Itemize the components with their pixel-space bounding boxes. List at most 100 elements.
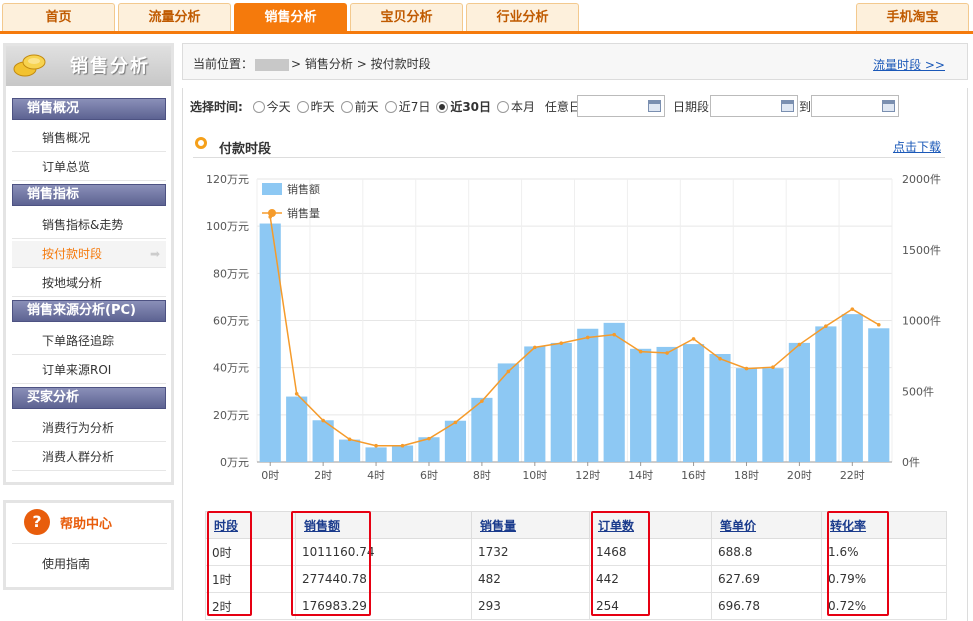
tab-mobile-taobao[interactable]: 手机淘宝 [856, 3, 969, 31]
cell-unit-price: 688.8 [711, 538, 822, 566]
highlight-box-period [207, 511, 252, 616]
bar-15时 [656, 346, 678, 462]
sidebar-item-metrics-trend[interactable]: 销售指标&走势 [12, 212, 166, 239]
radio-label: 昨天 [310, 100, 335, 114]
cell-unit-price: 696.78 [711, 592, 822, 620]
point-7时 [453, 420, 458, 425]
y-left-tick-label: 20万元 [213, 409, 249, 422]
any-day-input[interactable] [577, 95, 665, 117]
tab-traffic[interactable]: 流量分析 [118, 3, 231, 31]
highlight-box-conversion [827, 511, 889, 616]
tab-industry[interactable]: 行业分析 [466, 3, 579, 31]
sidebar-title: 销售分析 [70, 56, 150, 77]
radio-option-2[interactable]: 前天 [340, 100, 379, 114]
point-12时 [585, 335, 590, 340]
radio-option-3[interactable]: 近7日 [384, 100, 430, 114]
x-tick-label: 16时 [681, 469, 706, 482]
sidebar-item-sales-overview[interactable]: 销售概况 [12, 125, 166, 152]
radio-option-0[interactable]: 今天 [252, 100, 291, 114]
date-start-input[interactable] [710, 95, 798, 117]
time-filter: 选择时间: 今天 昨天 前天 近7日 近30日 本月 任意日 [190, 98, 581, 115]
radio-button[interactable] [384, 101, 397, 113]
sidebar-group-source[interactable]: 销售来源分析(PC) [12, 300, 166, 322]
radio-button[interactable] [340, 101, 353, 113]
sidebar-item-consumer-behavior[interactable]: 消费行为分析 [12, 415, 166, 442]
y-left-tick-label: 100万元 [206, 220, 249, 233]
breadcrumb-path: > 销售分析 > 按付款时段 [291, 57, 431, 71]
x-tick-label: 14时 [628, 469, 653, 482]
point-3时 [347, 437, 352, 442]
bar-22时 [841, 314, 863, 462]
breadcrumb-prefix: 当前位置： [193, 57, 254, 71]
y-left-tick-label: 40万元 [213, 362, 249, 375]
question-icon: ? [24, 509, 50, 535]
date-range-label: 日期段 [673, 100, 710, 114]
col-header-unit-price[interactable]: 笔单价 [711, 511, 822, 539]
radio-label: 今天 [266, 100, 291, 114]
x-tick-label: 20时 [787, 469, 812, 482]
sidebar-group-buyer[interactable]: 买家分析 [12, 387, 166, 409]
help-guide-link[interactable]: 使用指南 [42, 555, 90, 572]
sidebar-title-bar: 销售分析 [6, 46, 171, 86]
point-22时 [850, 307, 855, 311]
sidebar-item-label: 按付款时段 [42, 247, 103, 261]
calendar-icon[interactable] [781, 100, 794, 112]
bar-12时 [577, 328, 599, 462]
sidebar-item-order-overview[interactable]: 订单总览 [12, 154, 166, 181]
x-tick-label: 4时 [367, 469, 385, 482]
bar-13时 [603, 322, 625, 462]
radio-button[interactable] [497, 101, 510, 113]
radio-option-1[interactable]: 昨天 [296, 100, 335, 114]
calendar-icon[interactable] [882, 100, 895, 112]
calendar-icon[interactable] [648, 100, 661, 112]
point-2时 [321, 418, 325, 423]
radio-button[interactable] [252, 101, 265, 113]
sidebar-item-region[interactable]: 按地域分析 [12, 270, 166, 297]
sidebar-group-sales-overview[interactable]: 销售概况 [12, 98, 166, 120]
sidebar-item-order-roi[interactable]: 订单来源ROI [12, 357, 166, 384]
x-tick-label: 18时 [734, 469, 759, 482]
point-9时 [506, 369, 511, 374]
y-right-tick-label: 500件 [902, 385, 934, 398]
download-link[interactable]: 点击下载 [893, 138, 941, 155]
radio-option-5[interactable]: 本月 [497, 100, 535, 114]
tab-home[interactable]: 首页 [2, 3, 115, 31]
breadcrumb: 当前位置： > 销售分析 > 按付款时段 流量时段 >> [182, 43, 968, 80]
radio-button[interactable] [296, 101, 309, 113]
point-16时 [691, 337, 696, 341]
sidebar-item-order-path[interactable]: 下单路径追踪 [12, 328, 166, 355]
sidebar-group-sales-metrics[interactable]: 销售指标 [12, 184, 166, 206]
point-18时 [744, 366, 749, 371]
payment-period-chart: 0万元 20万元 40万元 60万元 80万元 100万元 120万元 0件 500件 1000件… [206, 173, 941, 482]
sidebar-item-consumer-group[interactable]: 消费人群分析 [12, 444, 166, 471]
date-end-input[interactable] [811, 95, 899, 117]
x-tick-label: 6时 [420, 469, 438, 482]
tab-sales[interactable]: 销售分析 [234, 3, 347, 31]
sidebar-item-payment-period[interactable]: 按付款时段 ➡ [12, 241, 166, 268]
radio-option-4[interactable]: 近30日 [436, 100, 491, 114]
radio-label: 前天 [354, 100, 379, 114]
bar-11时 [550, 342, 572, 462]
bar-16时 [682, 344, 705, 462]
traffic-period-link[interactable]: 流量时段 >> [873, 56, 945, 73]
x-tick-label: 8时 [473, 469, 491, 482]
point-17时 [718, 356, 722, 361]
bar-20时 [788, 342, 810, 462]
cell-quantity: 293 [471, 592, 590, 620]
point-10时 [533, 345, 537, 350]
any-day-label: 任意日 [544, 100, 581, 114]
arrow-right-icon: ➡ [149, 247, 160, 261]
col-header-quantity[interactable]: 销售量 [471, 511, 590, 539]
bar-4时 [365, 447, 387, 462]
point-1时 [294, 391, 299, 396]
top-nav: 首页 流量分析 销售分析 宝贝分析 行业分析 手机淘宝 [0, 0, 973, 34]
y-right-tick-label: 1000件 [902, 315, 941, 328]
y-right-tick-label: 1500件 [902, 244, 941, 257]
radio-label: 近30日 [450, 100, 492, 114]
tab-items[interactable]: 宝贝分析 [350, 3, 463, 31]
help-center-panel: ? 帮助中心 使用指南 [3, 500, 174, 590]
cell-unit-price: 627.69 [711, 565, 822, 593]
section-title: 付款时段 [219, 142, 272, 157]
radio-button[interactable] [436, 101, 449, 113]
cell-quantity: 1732 [471, 538, 590, 566]
